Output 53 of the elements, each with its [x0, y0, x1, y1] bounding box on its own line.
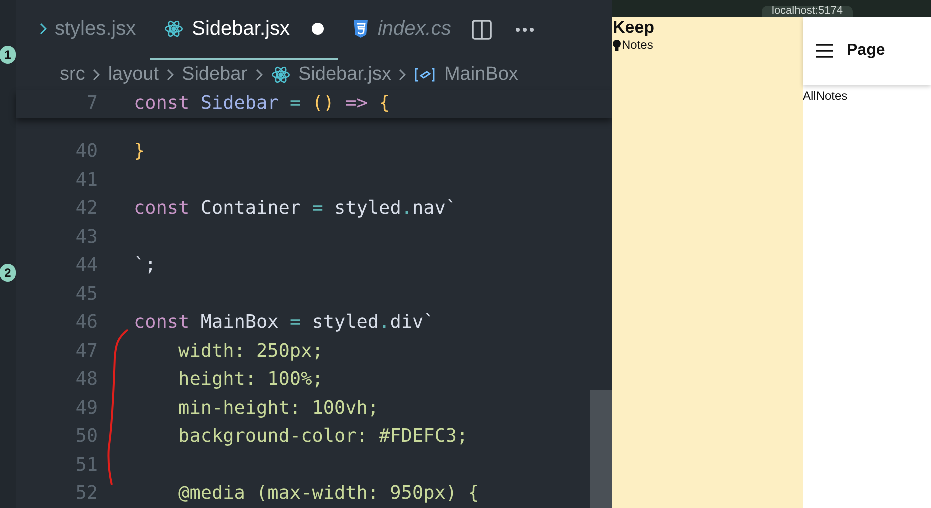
line-number: 50 [74, 426, 99, 448]
chevron-icon [256, 68, 263, 81]
css-icon [352, 19, 370, 39]
split-editor-icon[interactable] [471, 19, 494, 41]
line-number: 7 [86, 93, 99, 114]
chevron-icon [93, 68, 100, 81]
editor-tab[interactable]: Sidebar.jsx [150, 0, 338, 60]
code-line: const Sidebar = () => { [134, 93, 390, 114]
line-number: 40 [74, 141, 99, 162]
line-number: 48 [74, 369, 99, 390]
chevron-icon [399, 68, 406, 81]
breadcrumb[interactable]: Sidebar.jsx [298, 64, 392, 86]
line-number: 44 [74, 255, 99, 276]
sidebar-title: Keep [613, 18, 656, 38]
editor-tab[interactable]: index.cs [338, 0, 466, 60]
page-title: Page [847, 42, 886, 60]
line-number: 45 [74, 284, 99, 305]
more-icon[interactable] [515, 27, 536, 33]
line-number: 41 [74, 170, 99, 191]
editor-tab[interactable]: styles.jsx [26, 0, 150, 60]
notification-badge: 2 [0, 264, 16, 282]
code-line: `; [134, 255, 156, 276]
lightbulb-icon [613, 40, 621, 50]
code-line: @media (max-width: 950px) { [178, 483, 480, 504]
code-line: const MainBox = styled.div` [134, 312, 435, 334]
line-number: 51 [74, 454, 99, 476]
scrollbar[interactable] [590, 390, 612, 508]
symbol-icon [414, 66, 436, 83]
notification-badge: 1 [0, 46, 16, 64]
address-bar[interactable]: localhost:5174 [762, 6, 853, 17]
line-number: 46 [74, 312, 99, 334]
breadcrumb[interactable]: src [60, 64, 86, 86]
breadcrumb[interactable]: Sidebar [182, 64, 248, 86]
code-line: width: 250px; [178, 340, 324, 362]
react-icon [164, 19, 184, 39]
line-number: 42 [74, 198, 99, 220]
chevron-icon [167, 68, 174, 81]
code-line: min-height: 100vh; [178, 398, 380, 419]
code-line: height: 100%; [178, 369, 324, 390]
code-line: background-color: #FDEFC3; [178, 426, 468, 448]
sidebar-item[interactable]: Notes [622, 38, 654, 52]
code-line: const Container = styled.nav` [134, 198, 458, 220]
breadcrumb[interactable]: MainBox [444, 64, 518, 86]
react-icon [270, 64, 291, 85]
menu-icon[interactable] [816, 44, 833, 58]
line-number: 43 [74, 226, 99, 248]
line-number: 52 [74, 483, 99, 504]
content-text: AllNotes [803, 89, 849, 103]
line-number: 49 [74, 398, 99, 419]
code-line: } [134, 141, 146, 162]
breadcrumb[interactable]: layout [108, 64, 160, 86]
chevron-icon [40, 23, 47, 35]
line-number: 47 [74, 340, 99, 362]
